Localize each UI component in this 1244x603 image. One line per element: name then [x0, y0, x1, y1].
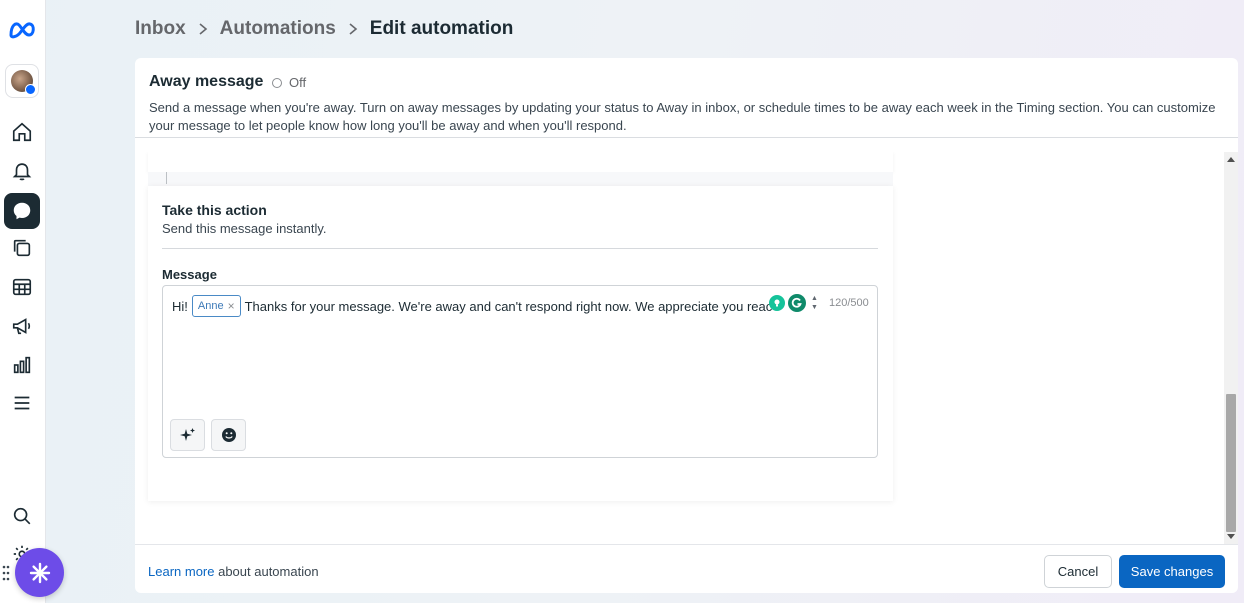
emoji-button[interactable] [211, 419, 246, 451]
asterisk-burst-icon [29, 562, 50, 583]
chevron-right-icon [199, 23, 207, 35]
radio-off-icon [272, 77, 282, 88]
insights-icon[interactable] [4, 347, 40, 383]
panel-footer: Learn more about automation Cancel Save … [135, 544, 1238, 593]
previous-card [148, 152, 893, 172]
menu-icon[interactable] [4, 385, 40, 421]
scroll-down-icon[interactable] [1227, 534, 1235, 539]
action-card: Take this action Send this message insta… [148, 186, 893, 501]
character-count: 120/500 [829, 297, 869, 309]
message-editor[interactable]: Hi! Anne × Thanks for your message. We'r… [162, 285, 878, 458]
ai-sparkle-button[interactable] [170, 419, 205, 451]
vertical-scrollbar[interactable] [1224, 152, 1238, 544]
connector-line [166, 172, 167, 184]
cancel-button[interactable]: Cancel [1044, 555, 1112, 588]
assistant-widget-button[interactable] [15, 548, 64, 597]
left-nav-rail [0, 0, 46, 603]
learn-more-text: Learn more about automation [148, 564, 319, 579]
planner-icon[interactable] [4, 269, 40, 305]
account-avatar[interactable] [5, 64, 39, 98]
message-body: Thanks for your message. We're away and … [244, 298, 772, 314]
first-name-token[interactable]: Anne × [191, 295, 241, 317]
sparkle-icon [179, 428, 195, 441]
ads-icon[interactable] [4, 308, 40, 344]
caret-down-icon[interactable]: ▼ [811, 303, 818, 312]
breadcrumb-automations[interactable]: Automations [220, 18, 336, 40]
search-icon[interactable] [4, 498, 40, 534]
scrollbar-thumb[interactable] [1226, 394, 1236, 532]
notifications-icon[interactable] [4, 153, 40, 189]
breadcrumb: Inbox Automations Edit automation [135, 17, 513, 41]
meta-logo-icon[interactable] [7, 19, 39, 41]
panel-header: Away message Off Send a message when you… [135, 58, 1238, 138]
facebook-badge-icon [25, 84, 36, 95]
message-label: Message [162, 267, 217, 282]
grammarly-icon[interactable] [788, 294, 806, 312]
writing-assistant: ▲ ▼ [769, 294, 818, 312]
token-label: Anne [197, 300, 224, 312]
page-title: Edit automation [369, 18, 514, 39]
learn-more-suffix: about automation [214, 564, 319, 579]
remove-token-icon[interactable]: × [228, 299, 235, 313]
card-connector [148, 172, 893, 186]
emoji-icon [221, 428, 236, 442]
lightbulb-icon[interactable] [769, 295, 785, 311]
breadcrumb-inbox[interactable]: Inbox [135, 18, 186, 40]
automation-description: Send a message when you're away. Turn on… [149, 100, 1216, 133]
profile-picture [11, 70, 36, 95]
scroll-stepper[interactable]: ▲ ▼ [811, 294, 818, 312]
save-changes-button[interactable]: Save changes [1119, 555, 1225, 588]
away-status-toggle[interactable]: Off [272, 75, 306, 90]
message-text[interactable]: Hi! Anne × Thanks for your message. We'r… [172, 294, 772, 318]
content-icon[interactable] [4, 230, 40, 266]
chevron-right-icon [349, 23, 358, 35]
divider [162, 248, 878, 249]
scroll-up-icon[interactable] [1227, 157, 1235, 162]
automation-editor-panel: Away message Off Send a message when you… [135, 58, 1238, 593]
home-icon[interactable] [4, 114, 40, 150]
editor-scroll-area: Take this action Send this message insta… [135, 152, 1238, 544]
toggle-state-label: Off [289, 75, 307, 90]
action-title: Take this action [162, 202, 267, 218]
message-prefix: Hi! [172, 298, 188, 314]
drag-handle-icon[interactable] [2, 565, 10, 581]
inbox-icon[interactable] [4, 193, 40, 229]
automation-title: Away message [149, 73, 264, 90]
action-subtitle: Send this message instantly. [162, 221, 327, 236]
learn-more-link[interactable]: Learn more [148, 564, 214, 579]
caret-up-icon[interactable]: ▲ [811, 294, 818, 303]
